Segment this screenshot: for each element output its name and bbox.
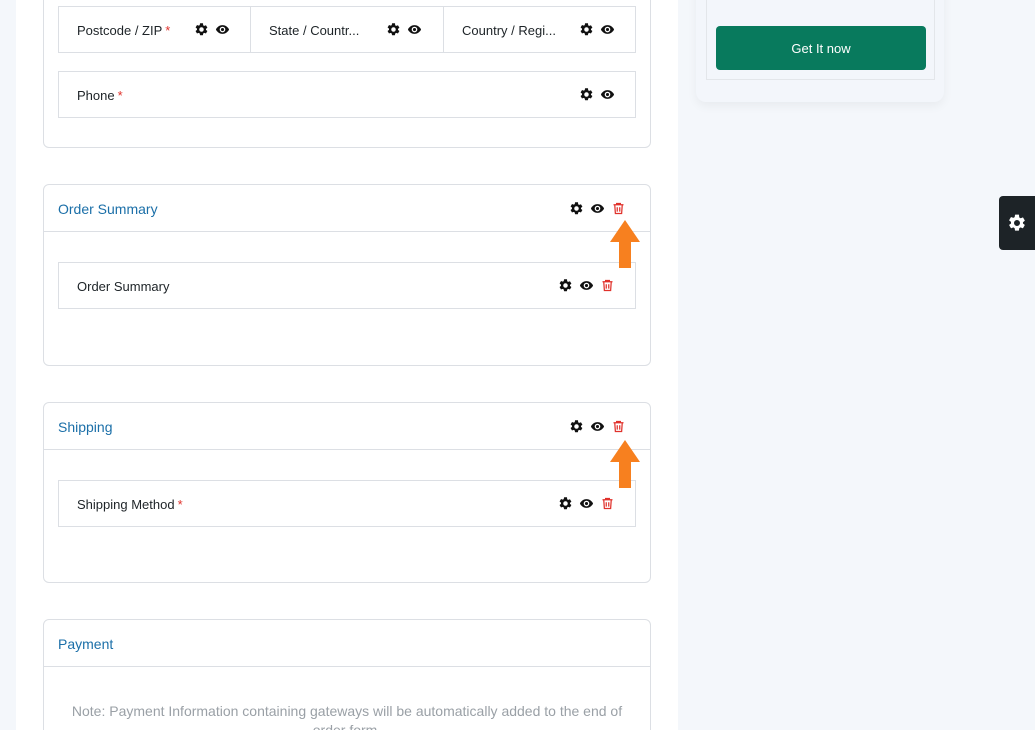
promo-inner: Get It now [706, 0, 935, 80]
order-summary-header[interactable]: Order Summary [44, 185, 650, 232]
payment-header[interactable]: Payment [44, 620, 650, 667]
eye-icon[interactable] [215, 22, 230, 37]
gear-icon[interactable] [558, 278, 573, 293]
eye-icon[interactable] [600, 22, 615, 37]
required-mark: * [177, 497, 183, 512]
eye-icon[interactable] [590, 419, 605, 434]
get-it-now-button[interactable]: Get It now [716, 26, 926, 70]
section-title: Order Summary [58, 201, 158, 217]
gear-icon [1009, 214, 1025, 231]
gear-icon[interactable] [386, 22, 401, 37]
eye-icon[interactable] [579, 278, 594, 293]
eye-icon[interactable] [600, 87, 615, 102]
payment-note: Note: Payment Information containing gat… [71, 703, 623, 730]
promo-card: Get It now [696, 0, 944, 102]
required-mark: * [117, 88, 123, 103]
settings-tab[interactable] [999, 196, 1035, 250]
gear-icon[interactable] [569, 419, 584, 434]
section-title: Shipping [58, 419, 113, 435]
trash-icon[interactable] [600, 278, 615, 293]
state-label: State / Countr... [269, 23, 360, 38]
gear-icon[interactable] [194, 22, 209, 37]
gear-icon[interactable] [569, 201, 584, 216]
eye-icon[interactable] [579, 496, 594, 511]
shipping-method-field[interactable]: Shipping Method * [58, 480, 636, 527]
eye-icon[interactable] [590, 201, 605, 216]
country-field[interactable]: Country / Regi... [443, 6, 636, 53]
country-label: Country / Regi... [462, 23, 556, 38]
shipping-method-label: Shipping Method * [77, 497, 183, 512]
postcode-label: Postcode / ZIP * [77, 23, 171, 38]
trash-icon[interactable] [611, 419, 626, 434]
address-section: Postcode / ZIP * State / Countr... Countr… [43, 0, 651, 148]
gear-icon[interactable] [579, 87, 594, 102]
order-summary-label: Order Summary [77, 279, 170, 294]
required-mark: * [165, 23, 171, 38]
phone-label: Phone * [77, 88, 123, 103]
arrow-up-icon [610, 440, 640, 488]
gear-icon[interactable] [558, 496, 573, 511]
eye-icon[interactable] [407, 22, 422, 37]
postcode-field[interactable]: Postcode / ZIP * [58, 6, 251, 53]
shipping-header[interactable]: Shipping [44, 403, 650, 450]
trash-icon[interactable] [600, 496, 615, 511]
payment-section: Payment Note: Payment Information contai… [43, 619, 651, 730]
shipping-section: Shipping Shipping Method * [43, 402, 651, 583]
trash-icon[interactable] [611, 201, 626, 216]
order-summary-section: Order Summary Order Summary [43, 184, 651, 366]
section-title: Payment [58, 636, 114, 652]
gear-icon[interactable] [579, 22, 594, 37]
order-summary-field[interactable]: Order Summary [58, 262, 636, 309]
arrow-up-icon [610, 220, 640, 268]
phone-field[interactable]: Phone * [58, 71, 636, 118]
state-field[interactable]: State / Countr... [250, 6, 444, 53]
